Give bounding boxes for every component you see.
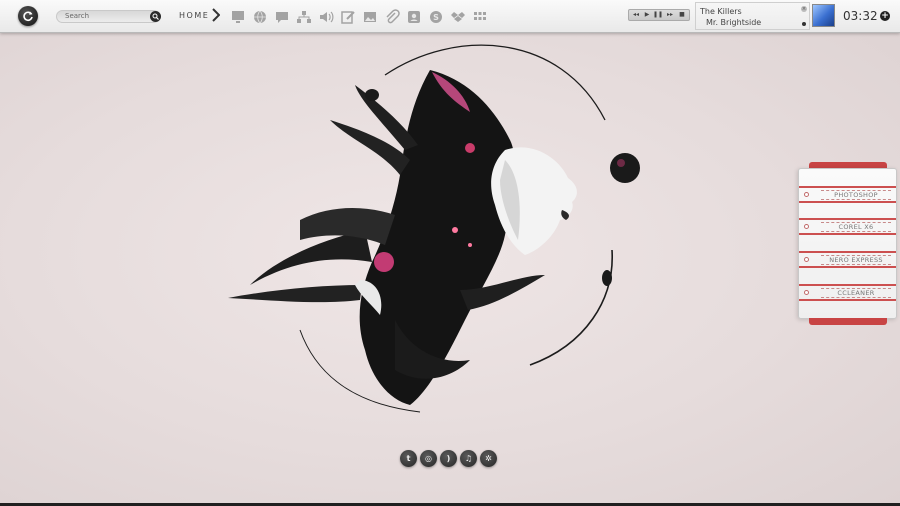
dock-item-label: PHOTOSHOP <box>821 190 891 200</box>
wallpaper-artwork <box>228 44 640 413</box>
dock-item-nero[interactable]: NERO EXPRESS <box>799 251 896 268</box>
dock-item-label: NERO EXPRESS <box>821 255 891 265</box>
radio-icon <box>804 290 809 295</box>
dock-item-label: CCLEANER <box>821 288 891 298</box>
dribbble-icon[interactable]: ◎ <box>420 450 437 467</box>
app-dock: PHOTOSHOP COREL X6 NERO EXPRESS CCLEANER <box>798 168 897 319</box>
music-icon[interactable]: ♫ <box>460 450 477 467</box>
dock-item-label: COREL X6 <box>821 222 891 232</box>
radio-icon <box>804 192 809 197</box>
settings-icon[interactable]: ✲ <box>480 450 497 467</box>
radio-icon <box>804 224 809 229</box>
dock-item-corel[interactable]: COREL X6 <box>799 218 896 235</box>
dock-item-photoshop[interactable]: PHOTOSHOP <box>799 186 896 203</box>
twitter-icon[interactable]: t <box>400 450 417 467</box>
rss-icon[interactable]: ) <box>440 450 457 467</box>
radio-icon <box>804 257 809 262</box>
dock-tab-bottom <box>809 318 887 325</box>
dock-item-ccleaner[interactable]: CCLEANER <box>799 284 896 301</box>
